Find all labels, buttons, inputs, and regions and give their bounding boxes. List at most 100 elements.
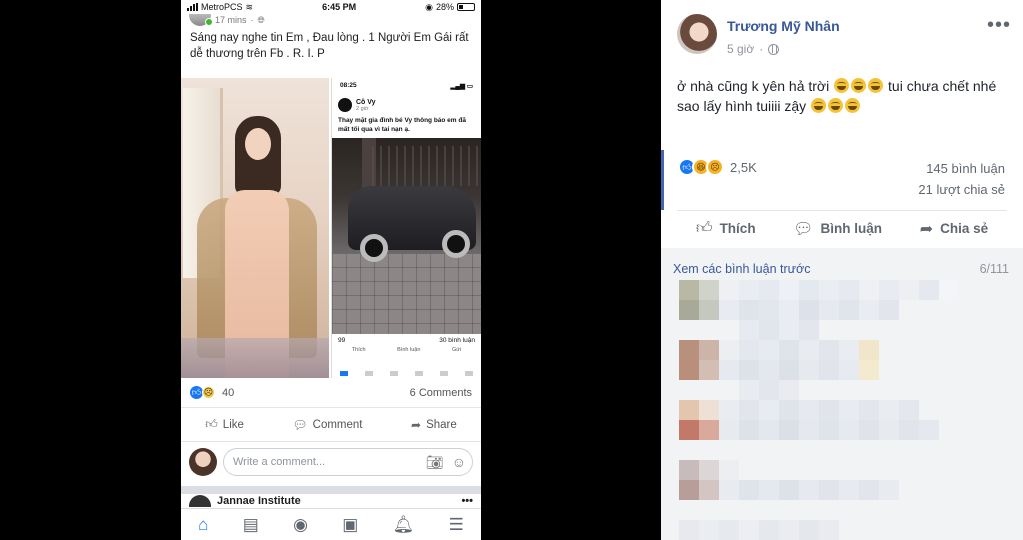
emoji-icon[interactable]: ☺: [452, 454, 466, 471]
reaction-count: 40: [222, 386, 235, 399]
grin-emoji-icon: [851, 78, 867, 93]
blurred-comment: [679, 340, 979, 360]
home-icon[interactable]: ⌂: [198, 515, 208, 535]
post-time: 5 giờ ·: [727, 42, 987, 56]
embedded-actions: Thích Bình luận Gửi: [332, 347, 481, 355]
avatar: [189, 448, 217, 476]
globe-icon: 🌐︎: [257, 14, 265, 25]
more-icon[interactable]: •••: [987, 14, 1011, 37]
bell-icon[interactable]: 🔔︎: [393, 515, 415, 535]
comment-icon: 💬︎: [292, 417, 308, 432]
embedded-time-ago: 2 giờ: [356, 105, 369, 112]
embedded-reactions: 99 30 bình luận: [332, 334, 481, 347]
like-icon: 👍︎: [205, 417, 218, 431]
watch-icon[interactable]: ▣: [342, 515, 358, 535]
share-button[interactable]: ➦ Chia sẻ: [920, 219, 988, 239]
avatar[interactable]: [189, 14, 213, 26]
photo-woman-in-chair[interactable]: [181, 78, 329, 378]
grin-emoji-icon: [811, 98, 827, 113]
post-text-line1: ở nhà cũng k yên hả trời: [677, 78, 830, 94]
post-photos[interactable]: 08:25 ▂▄▆ ▭ Cô Vy 2 giờ Thay mặt gia đìn…: [181, 78, 481, 378]
post-time-label[interactable]: 5 giờ: [727, 42, 754, 56]
post-actions: 👍︎ Thích 💬︎ Bình luận ➦ Chia sẻ: [677, 210, 1007, 246]
post-text-line1-tail: tui chưa chết nhé: [888, 78, 997, 94]
post-text: Sáng nay nghe tin Em , Đau lòng . 1 Ngườ…: [190, 32, 469, 60]
embedded-status-icons: ▂▄▆ ▭: [450, 83, 473, 90]
post-time[interactable]: 17 mins: [215, 15, 247, 25]
reaction-count: 2,5K: [730, 159, 757, 175]
post-header: Trương Mỹ Nhân 5 giờ · •••: [661, 0, 1023, 70]
comment-label: Bình luận: [820, 221, 883, 236]
camera-icon[interactable]: 📷︎: [426, 454, 444, 471]
groups-icon[interactable]: ◉: [293, 515, 308, 535]
like-label: Like: [222, 418, 244, 431]
like-icon: 👍︎: [695, 220, 713, 237]
like-button[interactable]: 👍︎ Thích: [696, 219, 756, 238]
reaction-summary[interactable]: 👍︎ 😆︎ ☹ 2,5K: [678, 158, 757, 176]
comments-count[interactable]: 6 Comments: [410, 387, 472, 399]
page-logo[interactable]: [189, 495, 211, 507]
grin-emoji-icon: [828, 98, 844, 113]
carrier-label: MetroPCS: [201, 2, 243, 12]
globe-icon: [768, 43, 780, 55]
share-icon: ➦: [411, 417, 422, 432]
next-post-name[interactable]: Jannae Institute: [217, 495, 301, 507]
blurred-comment-line: [679, 300, 979, 320]
wifi-icon: ≋: [245, 1, 254, 12]
author-name[interactable]: Trương Mỹ Nhân: [727, 18, 987, 34]
post-reactions[interactable]: 👍︎ ☹ 40 6 Comments: [181, 378, 481, 408]
comment-button[interactable]: 💬︎ Bình luận: [793, 219, 882, 239]
comment-page-indicator: 6/111: [979, 262, 1009, 276]
blurred-comments: [679, 400, 979, 440]
blurred-comment-line: [679, 520, 979, 540]
share-button[interactable]: ➦ Share: [411, 418, 457, 432]
grin-emoji-icon: [845, 98, 861, 113]
screenshot-canvas: MetroPCS ≋ 6:45 PM ◉ 28% 17 mins · 🌐︎ Sá…: [0, 0, 1023, 540]
more-icon[interactable]: •••: [461, 495, 473, 507]
comment-placeholder: Write a comment...: [233, 456, 326, 468]
comment-button[interactable]: 💬︎ Comment: [292, 418, 362, 432]
embedded-time: 08:25: [340, 82, 357, 89]
battery-icon: [456, 3, 475, 11]
comment-count[interactable]: 145 bình luận: [918, 158, 1005, 179]
embedded-reaction-count: 99: [338, 337, 346, 344]
lock-rotation-icon: ◉: [425, 1, 433, 12]
share-label: Share: [426, 418, 457, 431]
embedded-avatar: [338, 98, 352, 112]
like-button[interactable]: 👍︎ Like: [205, 417, 244, 432]
menu-icon[interactable]: ☰: [449, 515, 464, 535]
blurred-comments: [679, 340, 979, 400]
post-meta: 17 mins · 🌐︎: [181, 14, 481, 26]
share-icon: ➦: [919, 220, 934, 238]
post-text-line2: sao lấy hình tuiiii zậy: [677, 98, 807, 114]
comment-label: Comment: [312, 418, 363, 431]
grin-emoji-icon: [834, 78, 850, 93]
signal-icon: [187, 3, 198, 11]
embedded-send: Gửi: [452, 347, 462, 353]
post-stats: 👍︎ 😆︎ ☹ 2,5K 145 bình luận 21 lượt chia …: [661, 150, 1023, 210]
sad-reaction-icon: ☹: [202, 386, 215, 399]
post-actions: 👍︎ Like 💬︎ Comment ➦ Share: [181, 408, 481, 442]
dot-separator: ·: [759, 42, 764, 56]
avatar[interactable]: [677, 14, 717, 54]
blurred-comment-line: [679, 380, 979, 400]
like-label: Thích: [719, 221, 756, 236]
battery-percent: 28%: [435, 2, 454, 12]
embedded-like: Thích: [351, 347, 366, 353]
comment-composer: Write a comment... 📷︎ ☺: [181, 442, 481, 482]
sad-reaction-icon: ☹: [706, 158, 724, 176]
bottom-tab-bar: ⌂ ▤ ◉ ▣ 🔔︎ ☰: [181, 508, 481, 540]
blurred-comment: [679, 400, 979, 420]
share-label: Chia sẻ: [940, 221, 989, 236]
next-post-header: Jannae Institute •••: [181, 494, 481, 508]
blurred-comment: [679, 460, 979, 480]
embedded-status-bar: 08:25 ▂▄▆ ▭: [332, 78, 481, 94]
marketplace-icon[interactable]: ▤: [243, 515, 259, 535]
photo-embedded-screenshot[interactable]: 08:25 ▂▄▆ ▭ Cô Vy 2 giờ Thay mặt gia đìn…: [331, 78, 481, 378]
embedded-tabbar: [332, 371, 481, 378]
desktop-facebook-post: Trương Mỹ Nhân 5 giờ · ••• ở nhà cũng k …: [661, 0, 1023, 540]
view-previous-comments-link[interactable]: Xem các bình luận trước: [673, 262, 810, 276]
blurred-comment-line: [679, 360, 979, 380]
share-count[interactable]: 21 lượt chia sẻ: [918, 179, 1005, 200]
comment-input[interactable]: Write a comment... 📷︎ ☺: [223, 448, 473, 476]
